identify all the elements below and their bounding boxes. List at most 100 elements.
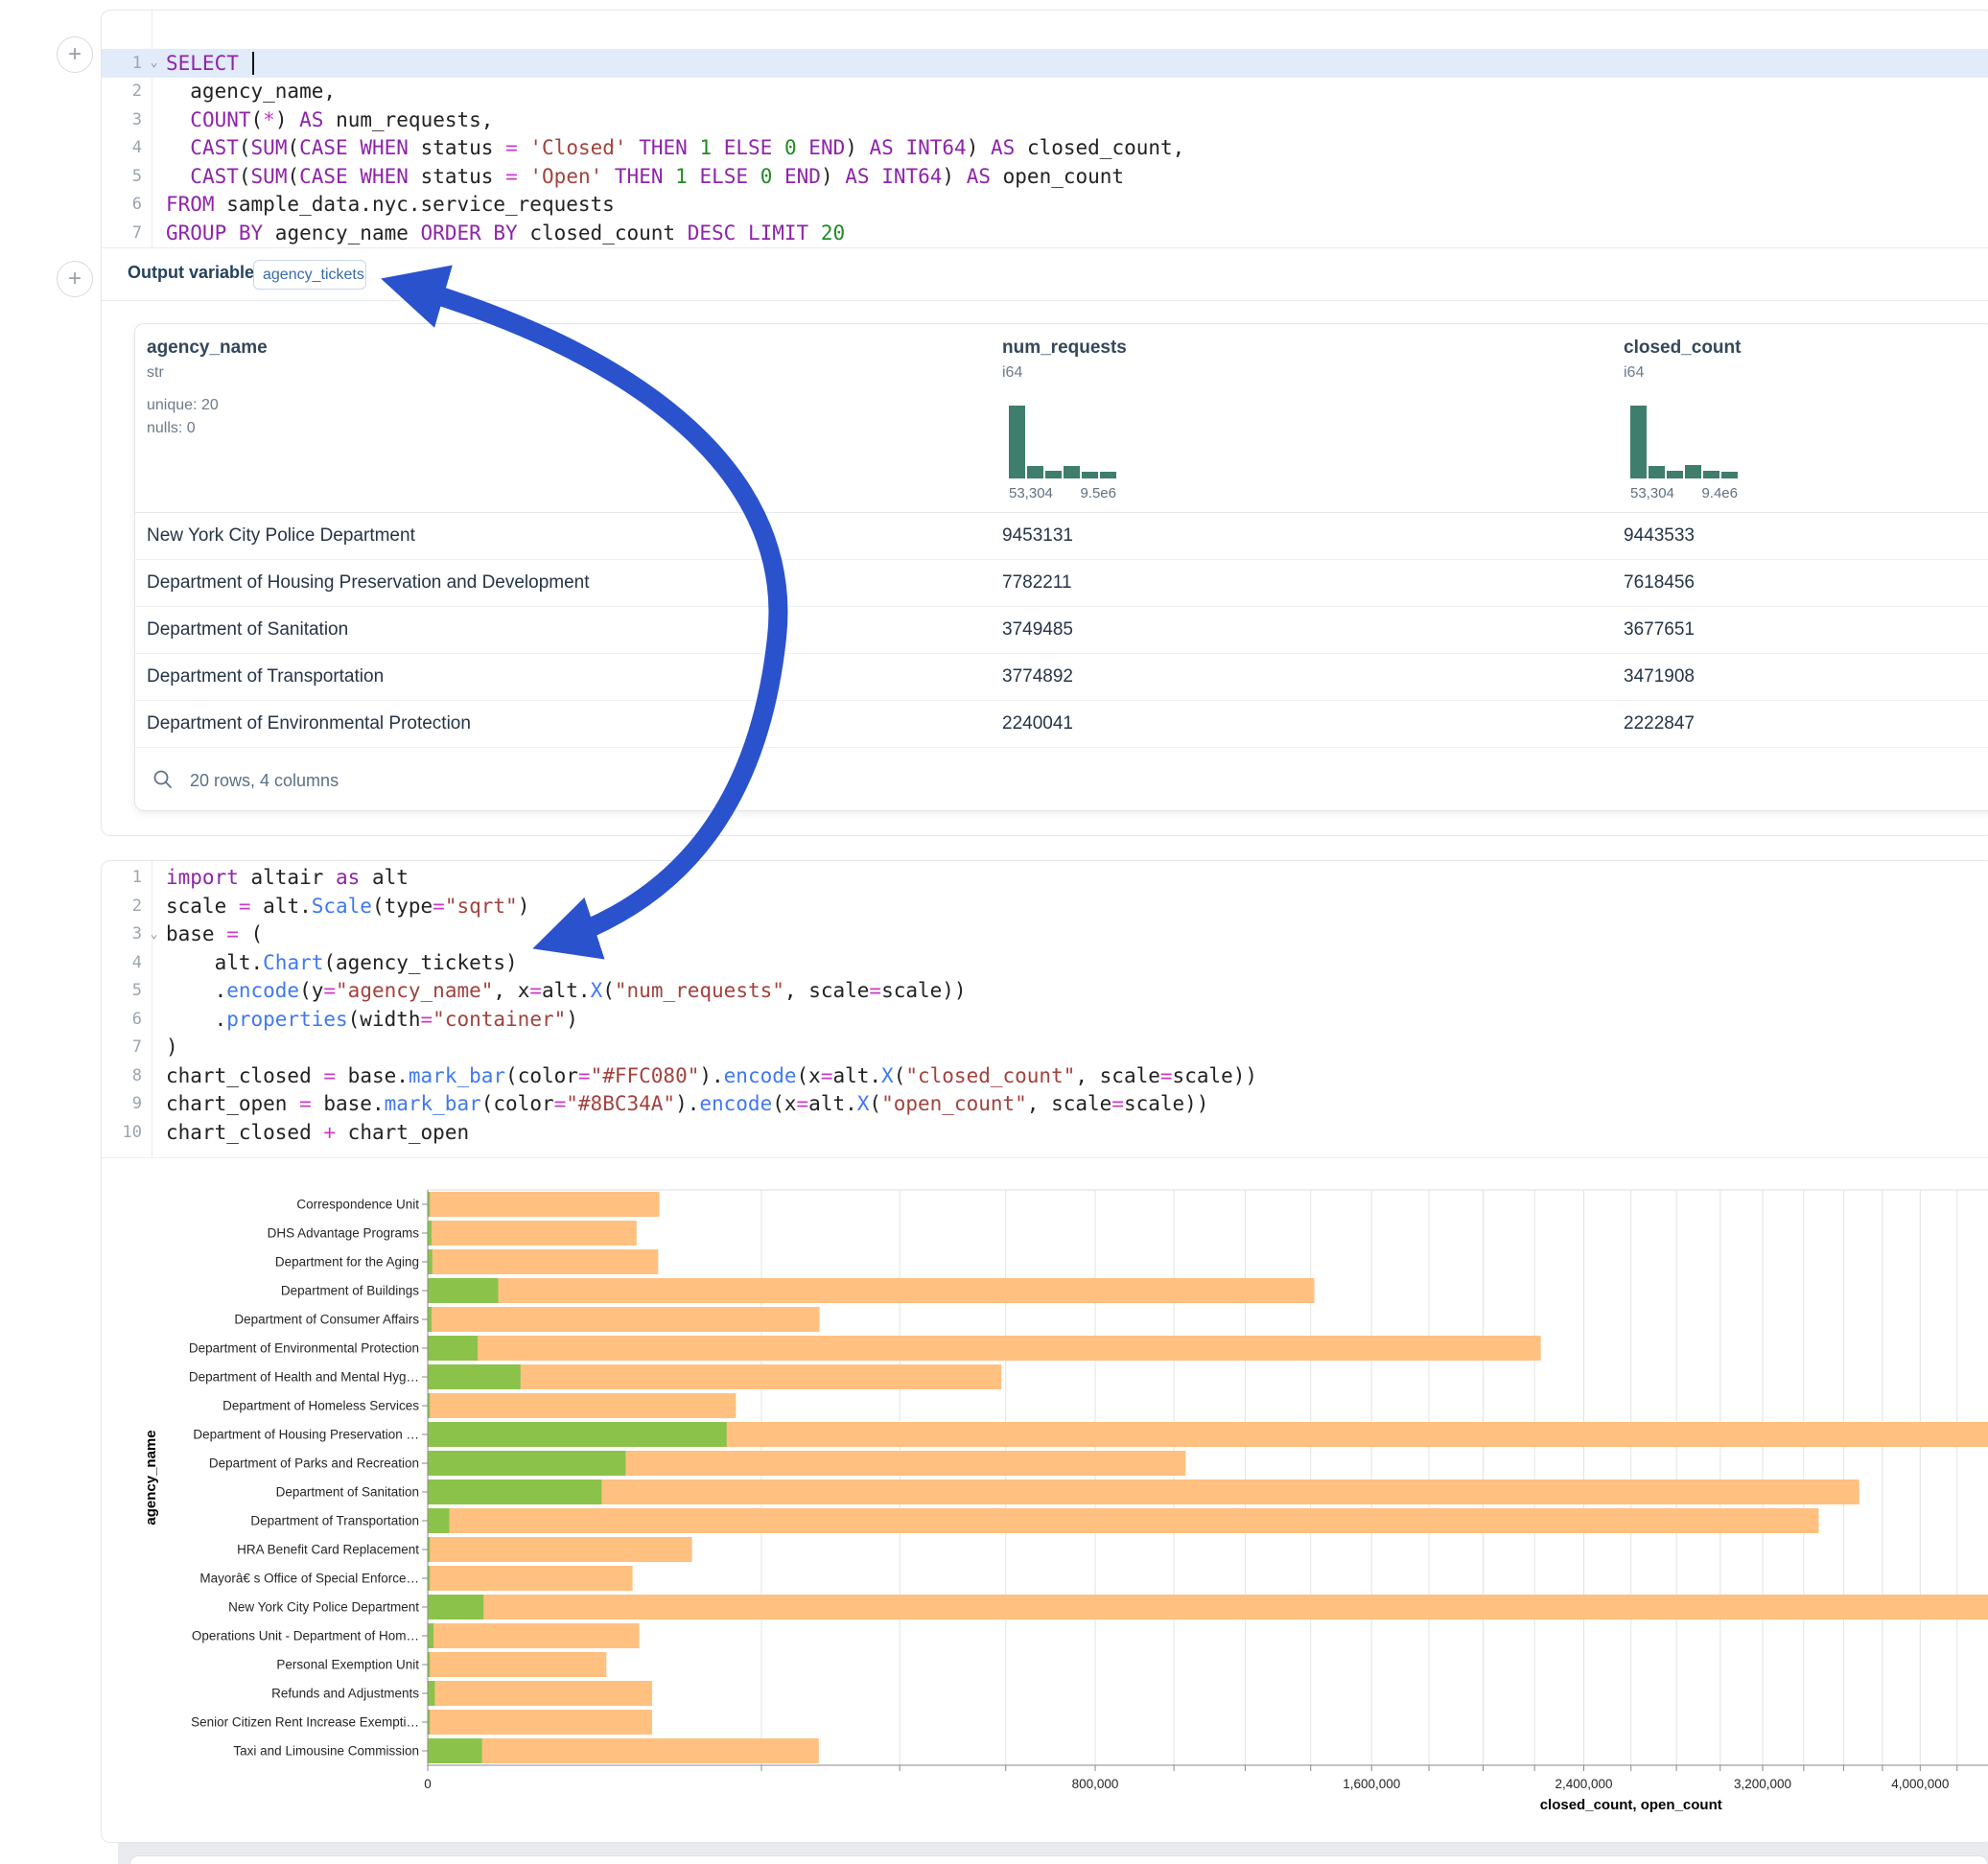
- table-cell-agency[interactable]: Department of Housing Preservation and D…: [147, 572, 590, 594]
- bar-closed-count[interactable]: [429, 1221, 637, 1246]
- bar-closed-count[interactable]: [429, 1652, 607, 1677]
- table-cell-closed-count[interactable]: 9443533: [1624, 525, 1695, 547]
- table-cell-agency[interactable]: New York City Police Department: [147, 525, 415, 547]
- table-cell-num-requests[interactable]: 2240041: [1002, 713, 1073, 734]
- search-icon[interactable]: [152, 769, 174, 790]
- bar-closed-count[interactable]: [429, 1537, 692, 1562]
- sql-code-editor[interactable]: 1⌄SELECT 2 agency_name,3 COUNT(*) AS num…: [102, 49, 1988, 247]
- histogram-bar[interactable]: [1064, 466, 1080, 478]
- table-cell-agency[interactable]: Department of Transportation: [147, 666, 384, 687]
- bar-closed-count[interactable]: [429, 1566, 633, 1591]
- fold-chevron-icon[interactable]: ⌄: [142, 56, 166, 70]
- column-header[interactable]: closed_count: [1624, 338, 1741, 359]
- bar-open-count[interactable]: [429, 1249, 433, 1274]
- bar-open-count[interactable]: [429, 1566, 431, 1591]
- column-header[interactable]: agency_name: [147, 338, 268, 359]
- bar-closed-count[interactable]: [429, 1336, 1541, 1361]
- bar-open-count[interactable]: [429, 1278, 499, 1303]
- code-line[interactable]: 1import altair as alt: [102, 864, 1988, 893]
- bar-open-count[interactable]: [429, 1192, 431, 1217]
- code-token: [736, 221, 748, 245]
- code-line[interactable]: 7GROUP BY agency_name ORDER BY closed_co…: [102, 219, 1988, 247]
- table-cell-agency[interactable]: Department of Environmental Protection: [147, 713, 471, 734]
- add-block-button-middle[interactable]: +: [57, 261, 93, 297]
- bar-open-count[interactable]: [429, 1537, 431, 1562]
- line-number: 1: [102, 54, 142, 73]
- bar-open-count[interactable]: [429, 1422, 727, 1447]
- bar-closed-count[interactable]: [429, 1681, 652, 1706]
- fold-chevron-icon[interactable]: ⌄: [142, 927, 166, 942]
- bar-closed-count[interactable]: [429, 1710, 652, 1735]
- table-cell-closed-count[interactable]: 2222847: [1624, 713, 1695, 734]
- table-cell-closed-count[interactable]: 7618456: [1624, 572, 1695, 594]
- bar-open-count[interactable]: [429, 1393, 431, 1418]
- histogram-bar[interactable]: [1100, 472, 1116, 478]
- bar-closed-count[interactable]: [429, 1192, 660, 1217]
- code-line[interactable]: 6FROM sample_data.nyc.service_requests: [102, 191, 1988, 220]
- code-line[interactable]: 2scale = alt.Scale(type="sqrt"): [102, 892, 1988, 920]
- histogram-bar[interactable]: [1082, 472, 1098, 478]
- code-line[interactable]: 3⌄base = (: [102, 920, 1988, 949]
- bar-open-count[interactable]: [429, 1307, 432, 1332]
- bar-closed-count[interactable]: [429, 1393, 737, 1418]
- table-cell-agency[interactable]: Department of Sanitation: [147, 619, 348, 641]
- bar-open-count[interactable]: [429, 1623, 434, 1648]
- bar-open-count[interactable]: [429, 1336, 479, 1361]
- bar-open-count[interactable]: [429, 1710, 431, 1735]
- bar-open-count[interactable]: [429, 1451, 626, 1476]
- code-line[interactable]: 10chart_closed + chart_open: [102, 1118, 1988, 1147]
- code-line[interactable]: 1⌄SELECT: [102, 49, 1988, 78]
- histogram-bar[interactable]: [1685, 465, 1701, 478]
- code-line[interactable]: 4 alt.Chart(agency_tickets): [102, 948, 1988, 977]
- bar-open-count[interactable]: [429, 1364, 521, 1389]
- code-line[interactable]: 5 .encode(y="agency_name", x=alt.X("num_…: [102, 977, 1988, 1006]
- bar-closed-count[interactable]: [429, 1508, 1819, 1533]
- histogram-bar[interactable]: [1045, 471, 1062, 478]
- bar-open-count[interactable]: [429, 1508, 450, 1533]
- table-cell-closed-count[interactable]: 3677651: [1624, 619, 1695, 641]
- output-variable-badge[interactable]: agency_tickets: [253, 260, 366, 290]
- code-token: =: [421, 1008, 433, 1031]
- python-code-editor[interactable]: 1import altair as alt2scale = alt.Scale(…: [102, 864, 1988, 1147]
- code-line[interactable]: 7): [102, 1034, 1988, 1062]
- code-line[interactable]: 3 COUNT(*) AS num_requests,: [102, 105, 1988, 134]
- code-token: properties: [226, 1008, 347, 1031]
- code-token: ): [942, 165, 966, 188]
- bar-closed-count[interactable]: [429, 1623, 640, 1648]
- code-token: [518, 136, 530, 159]
- code-line[interactable]: 5 CAST(SUM(CASE WHEN status = 'Open' THE…: [102, 162, 1988, 191]
- bar-closed-count[interactable]: [429, 1307, 820, 1332]
- code-line[interactable]: 9chart_open = base.mark_bar(color="#8BC3…: [102, 1090, 1988, 1119]
- histogram-bar[interactable]: [1667, 471, 1683, 478]
- histogram-bar[interactable]: [1721, 472, 1738, 478]
- bar-closed-count[interactable]: [429, 1738, 819, 1763]
- histogram-bar[interactable]: [1649, 466, 1665, 478]
- bar-open-count[interactable]: [429, 1480, 602, 1504]
- histogram-bar[interactable]: [1703, 471, 1719, 478]
- table-cell-num-requests[interactable]: 9453131: [1002, 525, 1073, 547]
- add-block-button-top[interactable]: +: [57, 36, 93, 73]
- bar-open-count[interactable]: [429, 1738, 482, 1763]
- bar-closed-count[interactable]: [429, 1249, 659, 1274]
- table-cell-num-requests[interactable]: 3774892: [1002, 666, 1073, 687]
- column-header[interactable]: num_requests: [1002, 338, 1127, 359]
- code-line[interactable]: 8chart_closed = base.mark_bar(color="#FF…: [102, 1061, 1988, 1090]
- bar-open-count[interactable]: [429, 1221, 432, 1246]
- code-line[interactable]: 6 .properties(width="container"): [102, 1005, 1988, 1034]
- code-line[interactable]: 2 agency_name,: [102, 78, 1988, 106]
- bar-open-count[interactable]: [429, 1652, 431, 1677]
- code-line[interactable]: 4 CAST(SUM(CASE WHEN status = 'Closed' T…: [102, 134, 1988, 163]
- code-token: (: [239, 136, 251, 159]
- bar-open-count[interactable]: [429, 1681, 435, 1706]
- y-tick-label: Department of Consumer Affairs: [234, 1313, 419, 1327]
- table-cell-closed-count[interactable]: 3471908: [1624, 666, 1695, 687]
- table-cell-num-requests[interactable]: 3749485: [1002, 619, 1073, 641]
- histogram-bar[interactable]: [1009, 406, 1025, 478]
- table-cell-num-requests[interactable]: 7782211: [1002, 572, 1072, 594]
- bar-closed-count[interactable]: [429, 1595, 1988, 1619]
- bar-open-count[interactable]: [429, 1595, 484, 1619]
- bar-closed-count[interactable]: [429, 1278, 1315, 1303]
- histogram-bar[interactable]: [1630, 406, 1647, 478]
- histogram-bar[interactable]: [1027, 466, 1043, 478]
- bar-closed-count[interactable]: [429, 1480, 1859, 1504]
